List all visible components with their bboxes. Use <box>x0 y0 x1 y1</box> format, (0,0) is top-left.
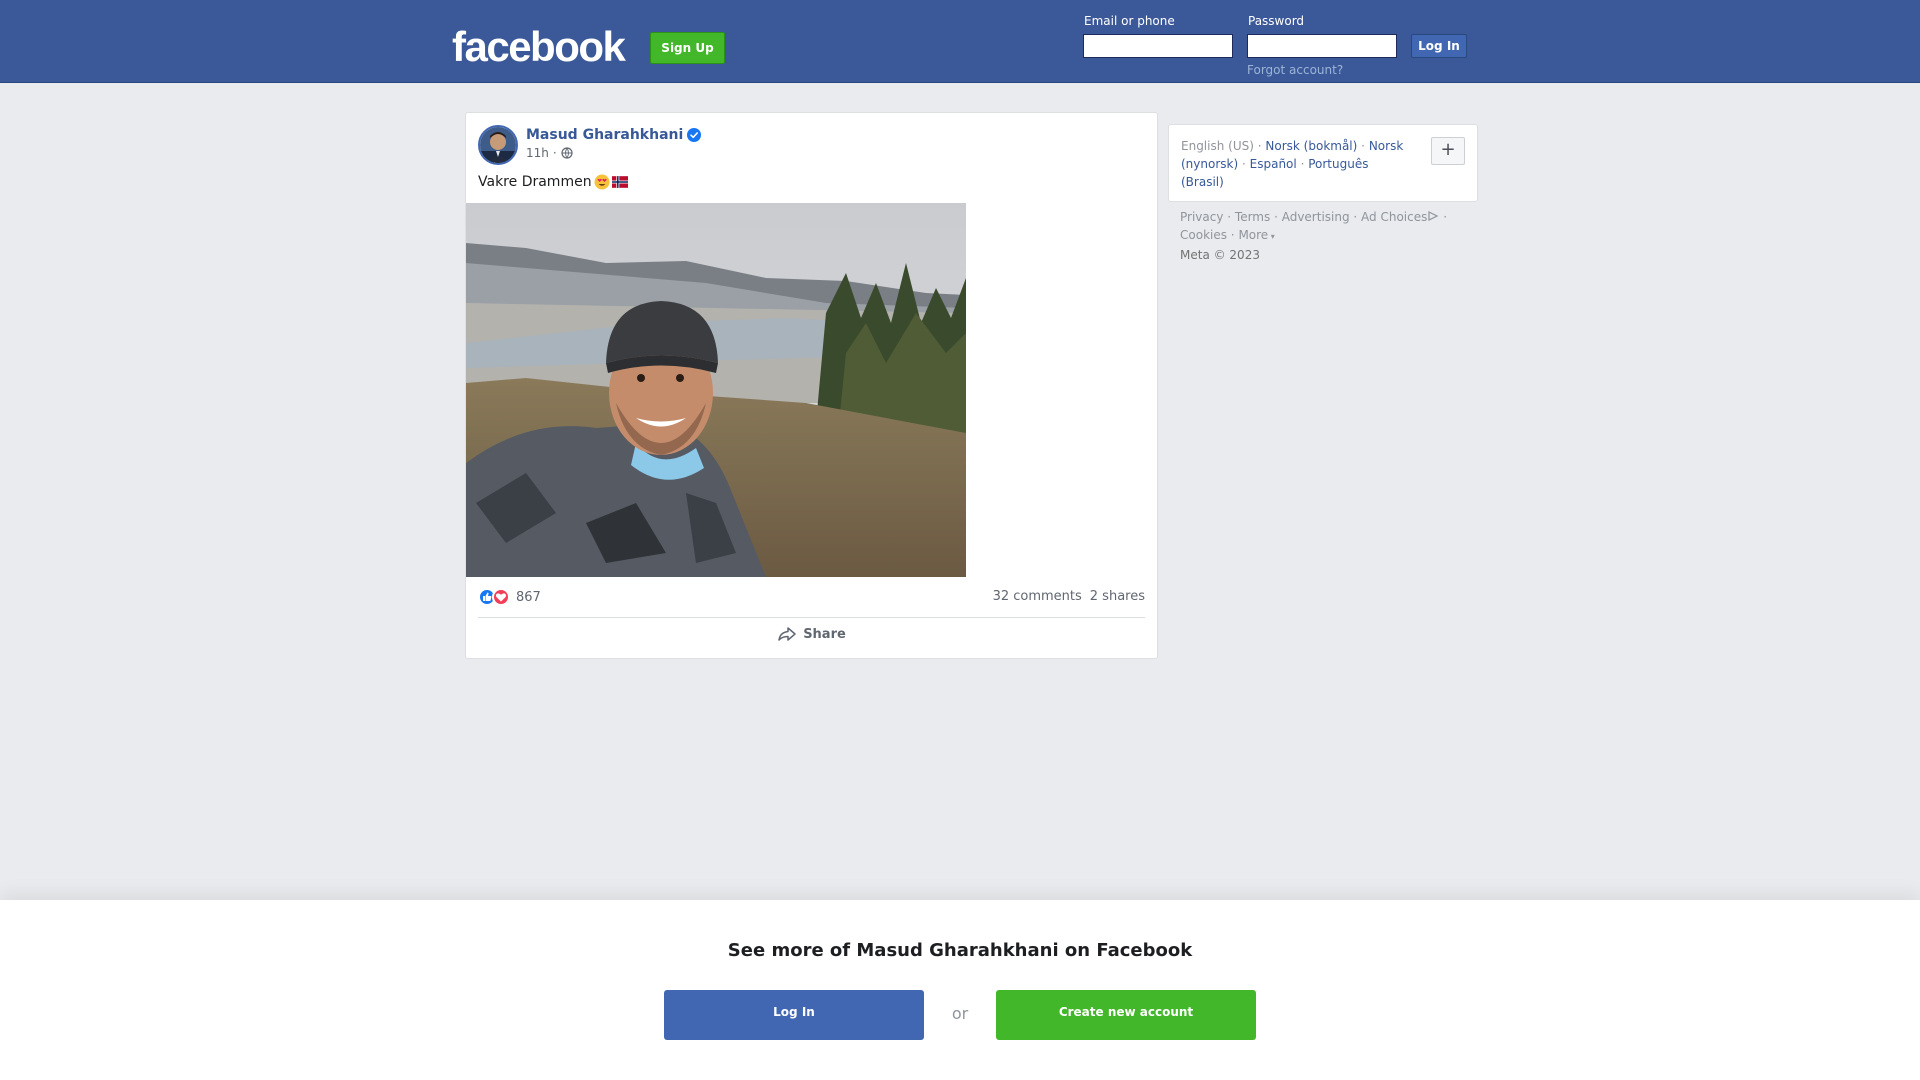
comments-count[interactable]: 32 comments <box>993 589 1082 604</box>
shares-count[interactable]: 2 shares <box>1090 589 1145 604</box>
globe-icon <box>561 147 573 159</box>
footer: Privacy · Terms · Advertising · Ad Choic… <box>1180 208 1480 264</box>
email-label: Email or phone <box>1084 14 1175 28</box>
reaction-count: 867 <box>516 589 541 605</box>
password-label: Password <box>1248 14 1305 28</box>
language-link-espanol[interactable]: Español <box>1250 157 1297 171</box>
love-reaction-icon <box>492 588 510 606</box>
norway-flag-icon <box>611 176 628 188</box>
engagement-counts: 32 comments 2 shares <box>993 589 1145 604</box>
post-caption: Vakre Drammen <box>478 174 628 190</box>
more-languages-button[interactable]: + <box>1431 137 1465 165</box>
share-label: Share <box>803 626 846 642</box>
post-time[interactable]: 11h <box>526 146 549 160</box>
post-card: Masud Gharahkhani 11h · Vakre Drammen 86… <box>465 112 1158 659</box>
footer-link-terms[interactable]: Terms <box>1235 210 1270 224</box>
reactions-summary[interactable]: 867 <box>478 588 541 606</box>
author-name[interactable]: Masud Gharahkhani <box>526 127 683 143</box>
post-meta: 11h · <box>526 146 573 160</box>
create-new-account-button[interactable]: Create new account <box>996 990 1256 1040</box>
forgot-account-link[interactable]: Forgot account? <box>1247 63 1343 77</box>
sign-up-button[interactable]: Sign Up <box>650 32 725 64</box>
password-field[interactable] <box>1247 34 1397 58</box>
post-divider <box>478 617 1145 618</box>
email-field[interactable] <box>1083 34 1233 58</box>
language-selector: English (US) · Norsk (bokmål) · Norsk (n… <box>1168 124 1478 202</box>
caption-text: Vakre Drammen <box>478 174 592 190</box>
avatar-image <box>480 127 516 163</box>
share-button[interactable]: Share <box>466 626 1157 642</box>
language-current: English (US) <box>1181 139 1254 153</box>
login-prompt-overlay: See more of Masud Gharahkhani on Faceboo… <box>0 900 1920 1080</box>
language-list: English (US) · Norsk (bokmål) · Norsk (n… <box>1181 139 1404 189</box>
author-avatar[interactable] <box>478 125 518 165</box>
share-arrow-icon <box>778 627 796 641</box>
footer-link-privacy[interactable]: Privacy <box>1180 210 1223 224</box>
top-bar: facebook Sign Up Email or phone Password… <box>0 0 1920 83</box>
caret-down-icon: ▾ <box>1268 232 1275 241</box>
post-author: Masud Gharahkhani <box>526 127 702 143</box>
overlay-title: See more of Masud Gharahkhani on Faceboo… <box>727 940 1193 961</box>
heart-eyes-emoji-icon <box>594 174 610 190</box>
language-link-norsk-bokmal[interactable]: Norsk (bokmål) <box>1265 139 1357 153</box>
overlay-log-in-button[interactable]: Log In <box>664 990 924 1040</box>
meta-separator: · <box>552 146 557 160</box>
facebook-logo[interactable]: facebook <box>452 22 626 72</box>
overlay-or-label: or <box>951 1004 969 1023</box>
footer-link-more[interactable]: More <box>1238 228 1268 242</box>
footer-link-advertising[interactable]: Advertising <box>1282 210 1350 224</box>
footer-links: Privacy · Terms · Advertising · Ad Choic… <box>1180 210 1448 242</box>
selfie-photo-image <box>466 203 966 577</box>
ad-choices-icon <box>1428 211 1439 221</box>
footer-link-cookies[interactable]: Cookies <box>1180 228 1227 242</box>
verified-badge-icon <box>687 128 702 142</box>
post-photo[interactable] <box>466 203 966 577</box>
log-in-button[interactable]: Log In <box>1411 34 1467 58</box>
footer-link-ad-choices[interactable]: Ad Choices <box>1361 210 1427 224</box>
copyright: Meta © 2023 <box>1180 248 1260 262</box>
